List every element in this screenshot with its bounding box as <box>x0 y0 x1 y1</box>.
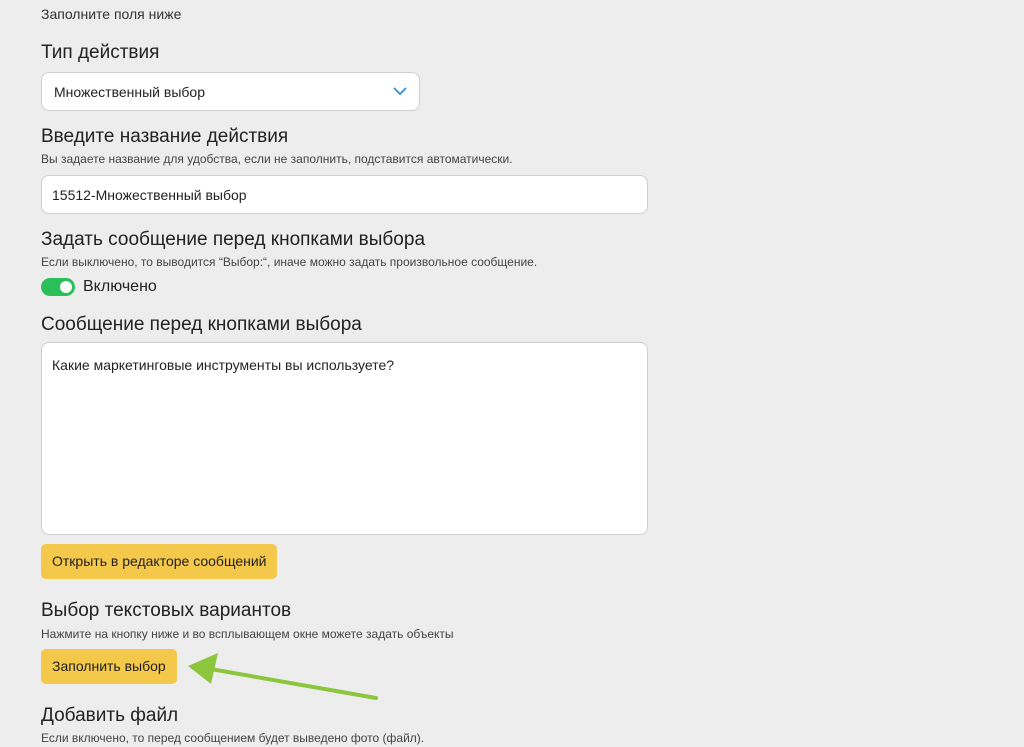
message-toggle-label: Задать сообщение перед кнопками выбора <box>41 229 426 250</box>
action-type-select[interactable]: Множественный выбор <box>41 72 420 111</box>
message-toggle-state: Включено <box>83 278 157 295</box>
action-type-label: Тип действия <box>41 42 160 63</box>
action-name-label: Введите название действия <box>41 126 289 147</box>
text-options-label: Выбор текстовых вариантов <box>41 600 292 621</box>
action-name-value: 15512-Множественный выбор <box>52 186 247 203</box>
message-toggle-row: Включено <box>41 278 157 296</box>
add-file-label: Добавить файл <box>41 705 179 726</box>
chevron-down-icon[interactable] <box>393 85 407 99</box>
message-toggle-description: Если выключено, то выводится “Выбор:“, и… <box>41 255 538 269</box>
action-name-input[interactable]: 15512-Множественный выбор <box>41 175 648 214</box>
text-options-description: Нажмите на кнопку ниже и во всплывающем … <box>41 627 454 641</box>
message-before-buttons-value: Какие маркетинговые инструменты вы испол… <box>52 357 395 373</box>
action-name-description: Вы задаете название для удобства, если н… <box>41 152 513 166</box>
message-toggle-switch[interactable] <box>41 278 75 296</box>
fill-choice-button[interactable]: Заполнить выбор <box>41 649 177 684</box>
open-editor-button[interactable]: Открыть в редакторе сообщений <box>41 544 278 579</box>
message-before-buttons-label: Сообщение перед кнопками выбора <box>41 314 362 335</box>
action-type-selected-value: Множественный выбор <box>54 83 205 100</box>
form-intro-hint: Заполните поля ниже <box>41 6 182 22</box>
message-before-buttons-textarea[interactable]: Какие маркетинговые инструменты вы испол… <box>41 342 648 535</box>
add-file-description: Если включено, то перед сообщением будет… <box>41 731 425 745</box>
toggle-knob <box>60 281 72 293</box>
